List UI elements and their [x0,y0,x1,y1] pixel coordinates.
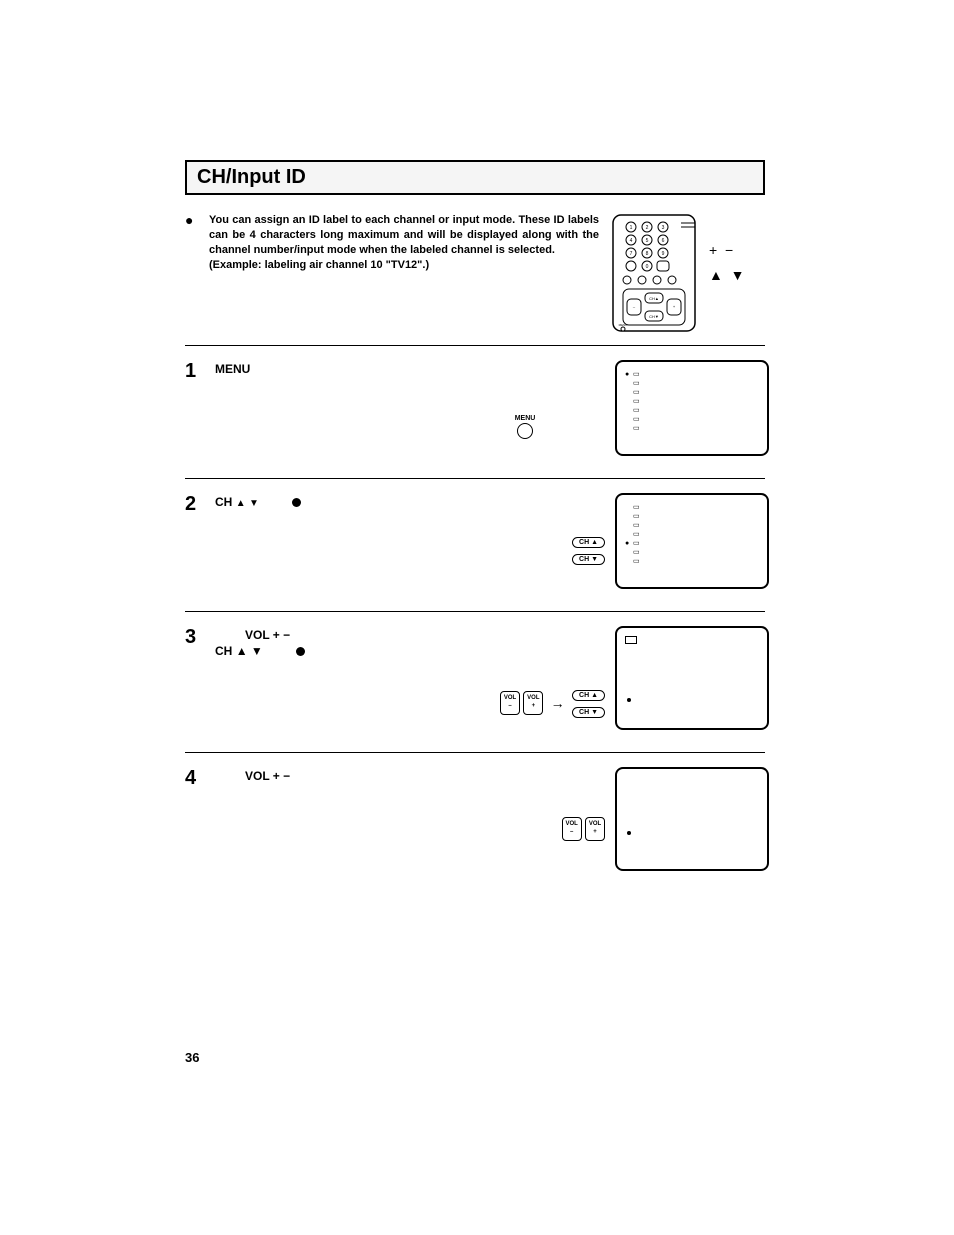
step-heading: CH ▲ ▼ [215,495,445,509]
step-body: VOL + − [215,767,445,783]
svg-text:9: 9 [662,251,665,257]
osd-indicator-dot [627,831,631,835]
svg-text:4: 4 [630,238,633,244]
step-heading: VOL + − [215,628,445,642]
ch-up-button-icon: CH ▲ [572,690,605,701]
step-3: 3 VOL + − CH ▲ ▼ [185,611,765,752]
arrow-right-icon: → [551,695,565,711]
osd-menu-list: ●▭ ▭ ▭ ▭ ▭ ▭ ▭ [625,370,640,433]
remote-buttons: MENU [445,360,605,439]
step-heading: MENU [215,362,445,376]
remote-buttons: VOL– VOL+ → CH ▲ CH ▼ [445,626,605,720]
step-body: CH ▲ ▼ [215,493,445,509]
content-area: CH/Input ID ● You can assign an ID label… [185,160,765,893]
dot-icon [296,647,305,656]
legend-ch: ▲ ▼ [709,263,749,288]
ch-up-button-icon: CH ▲ [572,537,605,548]
osd-indicator-dot [627,698,631,702]
svg-text:5: 5 [646,238,649,244]
menu-button-icon: MENU [445,415,605,439]
svg-text:7: 7 [630,251,633,257]
step-number: 4 [185,767,215,790]
svg-text:3: 3 [662,225,665,231]
svg-text:6: 6 [662,238,665,244]
dot-icon [292,498,301,507]
callout-legend: + − ▲ ▼ [709,213,749,288]
step-heading: VOL + − [215,769,445,783]
remote-illustration: 123 456 789 0 CH▲ CH▼ – + [609,213,699,333]
step-subheading: CH ▲ ▼ [215,644,445,658]
ch-down-button-icon: CH ▼ [572,707,605,718]
ch-down-button-icon: CH ▼ [572,554,605,565]
step-body: MENU [215,360,445,376]
section-title: CH/Input ID [185,160,765,195]
screen-preview [615,767,765,871]
step-body: VOL + − CH ▲ ▼ [215,626,445,658]
svg-text:2: 2 [646,225,649,231]
bullet-icon: ● [185,213,199,227]
screen-preview: ▭ ▭ ▭ ▭ ●▭ ▭ ▭ [615,493,765,589]
vol-minus-button-icon: VOL– [500,691,520,715]
remote-buttons: CH ▲ CH ▼ [445,493,605,567]
svg-text:0: 0 [646,264,649,270]
intro-main: You can assign an ID label to each chann… [209,214,599,256]
step-number: 2 [185,493,215,516]
legend-vol: + − [709,238,749,263]
svg-text:MENU: MENU [619,323,628,327]
vol-plus-button-icon: VOL+ [585,817,605,841]
svg-text:CH▼: CH▼ [649,314,659,319]
page-number: 36 [185,1050,199,1065]
vol-plus-button-icon: VOL+ [523,691,543,715]
intro-row: ● You can assign an ID label to each cha… [185,213,765,333]
step-number: 1 [185,360,215,383]
osd-content [625,636,637,644]
intro-text: You can assign an ID label to each chann… [209,213,599,272]
step-number: 3 [185,626,215,649]
intro-example: (Example: labeling air channel 10 "TV12"… [209,259,429,271]
step-2: 2 CH ▲ ▼ CH ▲ CH ▼ ▭ [185,478,765,611]
step-1: 1 MENU MENU ●▭ ▭ ▭ [185,345,765,478]
svg-text:1: 1 [630,225,633,231]
manual-page: CH/Input ID ● You can assign an ID label… [0,0,954,1235]
step-4: 4 VOL + − VOL– VOL+ [185,752,765,893]
svg-text:8: 8 [646,251,649,257]
vol-minus-button-icon: VOL– [562,817,582,841]
screen-preview: ●▭ ▭ ▭ ▭ ▭ ▭ ▭ [615,360,765,456]
screen-preview [615,626,765,730]
svg-text:CH▲: CH▲ [649,296,659,301]
remote-buttons: VOL– VOL+ [445,767,605,841]
osd-menu-list: ▭ ▭ ▭ ▭ ●▭ ▭ ▭ [625,503,640,566]
